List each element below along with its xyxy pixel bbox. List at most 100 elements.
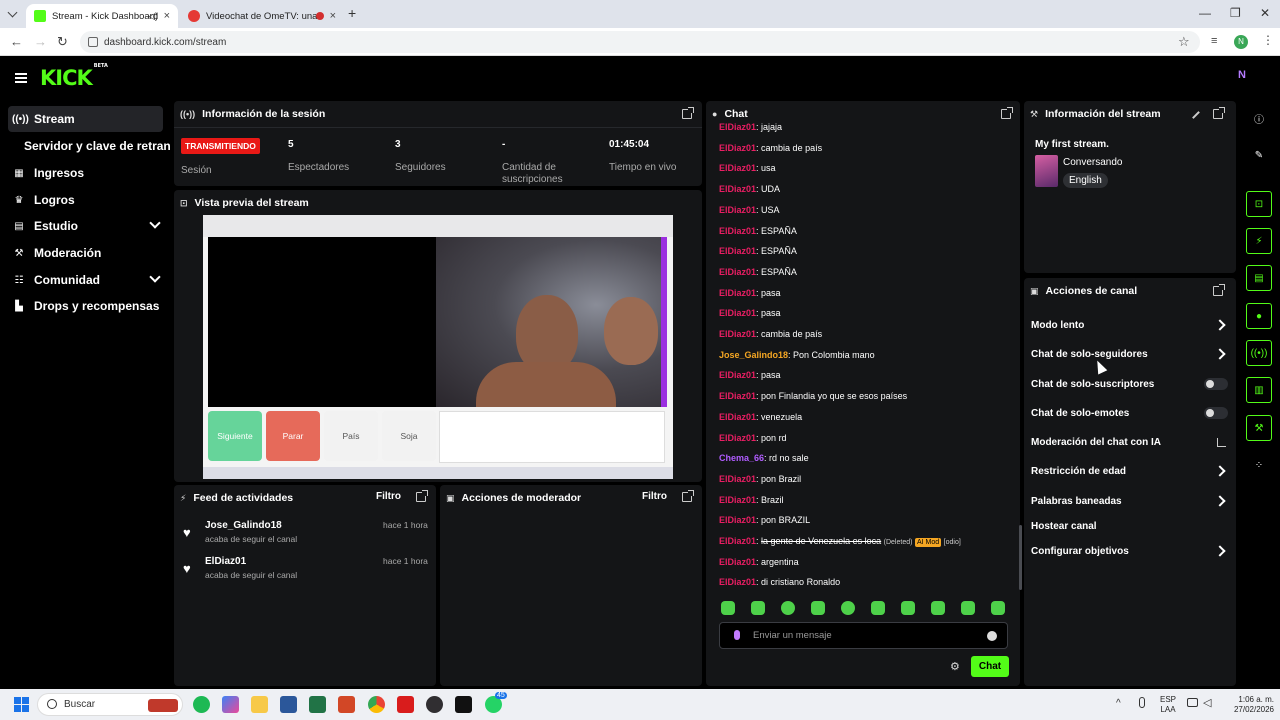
followers-only-item[interactable]: Chat de solo-seguidores — [1031, 349, 1148, 360]
emote-icon[interactable] — [961, 601, 975, 615]
microphone-icon[interactable] — [1139, 697, 1145, 708]
tray-chevron-icon[interactable]: ^ — [1116, 698, 1121, 709]
chat-username[interactable]: ElDiaz01 — [719, 308, 756, 318]
bookmark-star-icon[interactable]: ☆ — [1178, 34, 1190, 50]
more-menu-icon[interactable]: ⋮ — [1262, 33, 1274, 47]
stream-category[interactable]: Conversando — [1063, 157, 1122, 168]
wrench-icon[interactable]: ⚒ — [1246, 415, 1272, 441]
chat-message-input[interactable]: Enviar un mensaje — [719, 622, 1008, 649]
user-avatar[interactable]: N — [1232, 69, 1252, 87]
popout-icon[interactable] — [682, 490, 694, 502]
chat-username[interactable]: ElDiaz01 — [719, 184, 756, 194]
mod-filter-button[interactable]: Filtro — [642, 491, 667, 502]
chat-send-button[interactable]: Chat — [971, 656, 1009, 677]
chat-username[interactable]: ElDiaz01 — [719, 536, 756, 546]
chat-scrollbar[interactable] — [1019, 525, 1022, 590]
volume-icon[interactable]: ◁ — [1203, 696, 1211, 709]
popout-icon[interactable] — [416, 490, 428, 502]
chat-username[interactable]: ElDiaz01 — [719, 226, 756, 236]
reload-icon[interactable]: ↻ — [57, 34, 68, 50]
forward-icon[interactable]: → — [34, 34, 47, 49]
emote-icon[interactable] — [841, 601, 855, 615]
chat-username[interactable]: ElDiaz01 — [719, 205, 756, 215]
chat-username[interactable]: ElDiaz01 — [719, 412, 756, 422]
sidebar-item-moderacion[interactable]: ⚒ Moderación — [8, 240, 163, 266]
chat-icon[interactable]: ● — [1246, 303, 1272, 329]
subscribers-only-toggle[interactable] — [1204, 378, 1228, 390]
chat-username[interactable]: ElDiaz01 — [719, 267, 756, 277]
word-icon[interactable] — [280, 696, 297, 713]
sidebar-item-stream[interactable]: ((•)) Stream — [8, 106, 163, 132]
chat-username[interactable]: ElDiaz01 — [719, 143, 756, 153]
new-tab-icon[interactable]: + — [348, 5, 356, 21]
network-icon[interactable] — [1187, 698, 1198, 707]
info-icon[interactable]: ⓘ — [1246, 105, 1272, 131]
chat-username[interactable]: Chema_66 — [719, 453, 764, 463]
back-icon[interactable]: ← — [10, 34, 23, 49]
microphone-icon[interactable] — [734, 630, 740, 640]
document-icon[interactable]: ▤ — [1246, 265, 1272, 291]
windows-start-icon[interactable] — [14, 697, 29, 712]
emote-icon[interactable] — [871, 601, 885, 615]
close-tab-icon[interactable]: × — [330, 10, 336, 22]
clock[interactable]: 1:06 a. m. 27/02/2026 — [1222, 695, 1274, 715]
chat-username[interactable]: ElDiaz01 — [719, 433, 756, 443]
tab-kick-dashboard[interactable]: Stream - Kick Dashboard ◁) × — [26, 4, 178, 28]
popout-icon[interactable] — [1213, 107, 1225, 119]
chat-username[interactable]: ElDiaz01 — [719, 495, 756, 505]
sidebar-item-logros[interactable]: ♛ Logros — [8, 187, 163, 213]
sidebar-item-drops[interactable]: ▙ Drops y recompensas — [8, 293, 163, 319]
age-restriction-item[interactable]: Restricción de edad — [1031, 466, 1126, 477]
lightning-icon[interactable]: ⚡ — [1246, 228, 1272, 254]
chat-username[interactable]: ElDiaz01 — [719, 288, 756, 298]
close-window-icon[interactable]: ✕ — [1260, 6, 1270, 20]
goals-item[interactable]: Configurar objetivos — [1031, 546, 1129, 557]
kick-logo[interactable]: KICK BETA — [40, 63, 108, 90]
sidebar-item-ingresos[interactable]: ▦ Ingresos — [8, 160, 163, 186]
profile-avatar[interactable]: N — [1234, 35, 1248, 49]
powerpoint-icon[interactable] — [338, 696, 355, 713]
layout-icon[interactable]: ▥ — [1246, 377, 1272, 403]
emotes-only-toggle[interactable] — [1204, 407, 1228, 419]
chat-username[interactable]: ElDiaz01 — [719, 122, 756, 132]
edit-icon[interactable]: ✎ — [1246, 142, 1272, 168]
chat-settings-gear-icon[interactable]: ⚙ — [950, 660, 960, 673]
site-info-icon[interactable] — [88, 37, 98, 47]
emote-icon[interactable] — [721, 601, 735, 615]
popout-icon[interactable] — [1213, 284, 1225, 296]
chat-username[interactable]: ElDiaz01 — [719, 329, 756, 339]
chat-username[interactable]: ElDiaz01 — [719, 246, 756, 256]
screenshot-icon[interactable]: ⊡ — [1246, 191, 1272, 217]
sidebar-item-estudio[interactable]: ▤ Estudio — [8, 213, 163, 239]
chat-username[interactable]: ElDiaz01 — [719, 474, 756, 484]
keyboard-language[interactable]: ESP LAA — [1158, 695, 1178, 715]
acrobat-icon[interactable] — [397, 696, 414, 713]
tab-search-icon[interactable] — [7, 7, 18, 18]
stream-preview-video[interactable]: Siguiente Parar País Soja — [203, 215, 673, 479]
broadcast-icon[interactable]: ((•)) — [1246, 340, 1272, 366]
obs-icon[interactable] — [426, 696, 443, 713]
sidebar-item-comunidad[interactable]: ☷ Comunidad — [8, 267, 163, 293]
copilot-icon[interactable] — [222, 696, 239, 713]
emote-icon[interactable] — [781, 601, 795, 615]
host-channel-item[interactable]: Hostear canal — [1031, 521, 1097, 532]
url-field[interactable]: dashboard.kick.com/stream — [80, 31, 1200, 53]
slow-mode-item[interactable]: Modo lento — [1031, 320, 1084, 331]
maximize-icon[interactable]: ❐ — [1230, 6, 1241, 20]
taskbar-search[interactable]: Buscar — [37, 693, 183, 716]
close-tab-icon[interactable]: × — [164, 10, 170, 22]
emote-icon[interactable] — [751, 601, 765, 615]
banned-words-item[interactable]: Palabras baneadas — [1031, 496, 1122, 507]
excel-icon[interactable] — [309, 696, 326, 713]
tab-search-list-icon[interactable]: ≡ — [1211, 35, 1217, 47]
chat-username[interactable]: ElDiaz01 — [719, 163, 756, 173]
sidebar-item-server-key[interactable]: Servidor y clave de retransmisión — [20, 133, 170, 159]
chat-username[interactable]: ElDiaz01 — [719, 370, 756, 380]
ai-moderation-item[interactable]: Moderación del chat con IA — [1031, 437, 1161, 448]
activity-filter-button[interactable]: Filtro — [376, 491, 401, 502]
popout-icon[interactable] — [682, 107, 694, 119]
spotify-icon[interactable] — [193, 696, 210, 713]
chat-username[interactable]: Jose_Galindo18 — [719, 350, 788, 360]
emoji-icon[interactable] — [987, 631, 997, 641]
hamburger-menu-icon[interactable] — [15, 73, 27, 83]
